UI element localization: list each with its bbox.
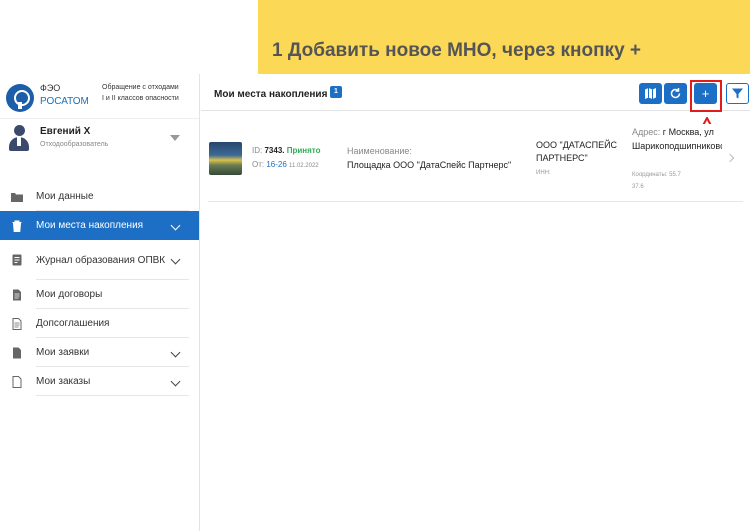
chevron-down-icon[interactable] — [170, 254, 181, 265]
organization-name: ООО "ДАТАСПЕЙС ПАРТНЕРС" — [536, 140, 618, 163]
record-date: 11.02.2022 — [289, 163, 319, 169]
logo-name-line1: ФЭО — [40, 83, 61, 93]
record-time: 16-26 — [266, 160, 287, 169]
chevron-down-icon[interactable] — [170, 376, 181, 386]
sidebar-item-label: Мои данные — [36, 191, 94, 202]
page-title: Мои места накопления — [214, 89, 328, 100]
coordinates: Координаты: 55.7 — [632, 172, 681, 178]
user-name: Евгений Х — [40, 126, 91, 137]
sidebar-item-my-data[interactable]: Мои данные — [0, 182, 199, 211]
avatar-icon — [8, 125, 30, 151]
user-profile[interactable]: Евгений Х Отходообразователь — [0, 118, 199, 158]
address-label: Адрес: — [632, 127, 661, 137]
chevron-down-icon[interactable] — [170, 220, 181, 230]
sidebar: ФЭО РОСАТОМ Обращение с отходами I и II … — [0, 74, 200, 531]
logo-subtitle-line2: I и II классов опасности — [102, 95, 179, 102]
logo[interactable]: ФЭО РОСАТОМ Обращение с отходами I и II … — [6, 80, 196, 116]
sidebar-item-label: Мои заявки — [36, 347, 90, 358]
storage-place-card[interactable]: ID: 7343. Принято От: 16-26 11.02.2022 Н… — [208, 124, 743, 202]
sidebar-item-label: Журнал образования ОПВК — [36, 254, 166, 266]
document-outline-icon — [12, 317, 22, 330]
record-id: 7343. — [264, 146, 285, 155]
map-icon — [645, 88, 656, 99]
filter-icon — [732, 88, 743, 99]
journal-icon — [12, 254, 22, 266]
sidebar-item-my-requests[interactable]: Мои заявки — [0, 338, 199, 367]
folder-icon — [11, 192, 23, 202]
document-icon — [13, 289, 21, 300]
map-button[interactable] — [639, 83, 662, 104]
sidebar-item-my-orders[interactable]: Мои заказы — [0, 367, 199, 396]
site-photo-thumbnail[interactable] — [209, 142, 242, 175]
sidebar-item-label: Мои договоры — [36, 289, 103, 300]
filter-button[interactable] — [726, 83, 749, 104]
sidebar-item-label: Мои места накопления — [36, 220, 144, 231]
sidebar-item-label: Допсоглашения — [36, 318, 110, 329]
coordinates-more: 37.6 — [632, 184, 644, 190]
sidebar-item-label: Мои заказы — [36, 376, 91, 387]
inn-label: ИНН: — [536, 170, 551, 176]
chevron-down-icon[interactable] — [170, 347, 181, 357]
request-icon — [13, 347, 21, 358]
refresh-button[interactable] — [664, 83, 687, 104]
logo-subtitle-line1: Обращение с отходами — [102, 84, 179, 91]
instruction-text: 1 Добавить новое МНО, через кнопку + — [272, 40, 642, 61]
sidebar-nav: Мои данные Мои места накопления Журнал о… — [0, 182, 199, 396]
address: Адрес: г Москва, ул Шарикоподшипниковска… — [632, 125, 722, 153]
record-date-line: От: 16-26 11.02.2022 — [252, 160, 319, 169]
rosatom-logo-icon — [6, 84, 34, 112]
refresh-icon — [670, 88, 681, 99]
user-role: Отходообразователь — [40, 141, 109, 148]
trash-icon — [12, 220, 22, 232]
page-header: Мои места накопления 1 + — [201, 74, 750, 111]
sidebar-item-journal[interactable]: Журнал образования ОПВК — [0, 240, 199, 280]
chevron-right-icon[interactable] — [725, 153, 735, 163]
sidebar-item-supplements[interactable]: Допсоглашения — [0, 309, 199, 338]
count-badge: 1 — [330, 86, 342, 98]
name-label: Наименование: — [347, 146, 412, 156]
name-value: Площадка ООО "ДатаСпейс Партнерс" — [347, 160, 512, 170]
sidebar-item-my-storage-places[interactable]: Мои места накопления — [0, 211, 199, 240]
chevron-down-icon[interactable] — [170, 135, 180, 141]
sidebar-item-my-contracts[interactable]: Мои договоры — [0, 280, 199, 309]
status-badge: Принято — [286, 146, 321, 155]
logo-name-line2: РОСАТОМ — [40, 96, 89, 107]
record-id-line: ID: 7343. Принято — [252, 146, 321, 155]
add-button-highlight — [690, 80, 722, 112]
order-icon — [12, 375, 22, 388]
